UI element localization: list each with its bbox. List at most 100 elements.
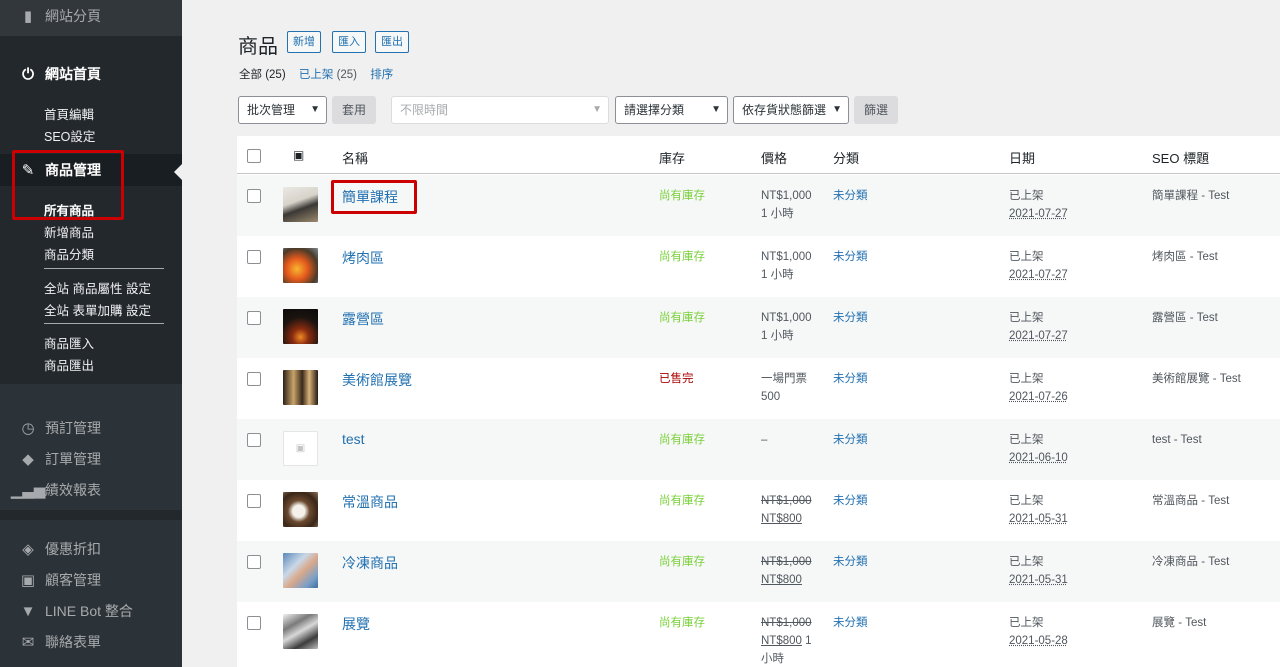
- price-value: NT$1,000: [761, 190, 812, 202]
- category-link[interactable]: 未分類: [833, 553, 868, 571]
- sidebar-item-label: 優惠折扣: [45, 541, 101, 557]
- publish-status: 已上架: [1009, 434, 1044, 446]
- stock-filter-select[interactable]: 依存貨狀態篩選 ▼: [733, 96, 849, 124]
- category-filter-value: 請選擇分類: [624, 103, 685, 117]
- column-price[interactable]: 價格: [761, 148, 787, 167]
- page-title: 商品: [238, 36, 278, 58]
- sidebar-item-customers[interactable]: ▣ 顧客管理: [0, 565, 182, 595]
- publish-status: 已上架: [1009, 251, 1044, 263]
- publish-date: 2021-05-28: [1009, 635, 1068, 647]
- category-link[interactable]: 未分類: [833, 309, 868, 327]
- sidebar-item-label: LINE Bot 整合: [45, 603, 133, 619]
- column-category[interactable]: 分類: [833, 148, 859, 167]
- product-thumbnail[interactable]: [283, 614, 318, 649]
- sidebar-item-label: 聯絡表單: [45, 634, 101, 650]
- product-thumbnail[interactable]: [283, 492, 318, 527]
- import-button[interactable]: 匯入: [332, 31, 366, 53]
- sale-price: NT$800: [761, 635, 802, 647]
- row-checkbox[interactable]: [247, 494, 261, 508]
- date-cell: 已上架 2021-05-31: [1009, 492, 1068, 528]
- view-published[interactable]: 已上架 (25): [299, 69, 357, 81]
- column-name[interactable]: 名稱: [342, 148, 368, 167]
- row-checkbox[interactable]: [247, 250, 261, 264]
- row-checkbox[interactable]: [247, 555, 261, 569]
- sidebar-item-coupons[interactable]: ◈ 優惠折扣: [0, 534, 182, 564]
- sidebar-sub-form-settings[interactable]: 全站 表單加購 設定: [44, 300, 151, 319]
- row-checkbox[interactable]: [247, 372, 261, 386]
- regular-price: NT$1,000: [761, 617, 812, 629]
- highlight-products-menu: [12, 150, 124, 220]
- category-link[interactable]: 未分類: [833, 370, 868, 388]
- row-checkbox[interactable]: [247, 433, 261, 447]
- product-name-link[interactable]: 常溫商品: [342, 492, 398, 512]
- sidebar-item-contact[interactable]: ✉ 聯絡表單: [0, 627, 182, 657]
- product-thumbnail[interactable]: [283, 553, 318, 588]
- category-link[interactable]: 未分類: [833, 248, 868, 266]
- sidebar-item-home[interactable]: ⏻ 網站首頁: [0, 59, 182, 89]
- sidebar-sub-seo[interactable]: SEO設定: [44, 126, 95, 145]
- sidebar-item-linebot[interactable]: ▼ LINE Bot 整合: [0, 596, 182, 626]
- category-filter-select[interactable]: 請選擇分類 ▼: [615, 96, 728, 124]
- filter-button[interactable]: 篩選: [854, 96, 898, 124]
- sidebar-item-reports[interactable]: ▁▃▅ 績效報表: [0, 475, 182, 505]
- price-cell: NT$1,000 NT$800 1 小時: [761, 614, 812, 667]
- sidebar-sub-categories[interactable]: 商品分類: [44, 244, 94, 263]
- placeholder-image-icon[interactable]: ▣: [283, 431, 318, 466]
- product-name-link[interactable]: 露營區: [342, 309, 384, 329]
- apply-button[interactable]: 套用: [332, 96, 376, 124]
- publish-date: 2021-05-31: [1009, 513, 1068, 525]
- row-checkbox[interactable]: [247, 616, 261, 630]
- sale-price: NT$800: [761, 513, 802, 525]
- seo-title: 美術館展覽 - Test: [1152, 373, 1241, 385]
- row-checkbox[interactable]: [247, 311, 261, 325]
- export-button[interactable]: 匯出: [375, 31, 409, 53]
- sidebar-sub-export[interactable]: 商品匯出: [44, 355, 94, 374]
- product-name-link[interactable]: 展覽: [342, 614, 370, 634]
- category-link[interactable]: 未分類: [833, 187, 868, 205]
- sidebar-sub-attr-settings[interactable]: 全站 商品屬性 設定: [44, 278, 151, 297]
- view-all-label: 全部: [239, 69, 262, 81]
- stock-status: 尚有庫存: [659, 495, 705, 507]
- publish-date: 2021-05-31: [1009, 574, 1068, 586]
- product-name-link[interactable]: 烤肉區: [342, 248, 384, 268]
- column-seo[interactable]: SEO 標題: [1152, 148, 1209, 167]
- category-link[interactable]: 未分類: [833, 614, 868, 632]
- view-all[interactable]: 全部 (25): [239, 69, 286, 81]
- publish-date: 2021-07-27: [1009, 269, 1068, 281]
- price-value: NT$1,000: [761, 251, 812, 263]
- sidebar-item-pages[interactable]: ▮ 網站分頁: [0, 1, 182, 31]
- category-link[interactable]: 未分類: [833, 492, 868, 510]
- chevron-down-icon: ▼: [832, 104, 842, 115]
- image-column-icon: ▣: [293, 148, 305, 162]
- stock-status: 尚有庫存: [659, 556, 705, 568]
- product-name-link[interactable]: 冷凍商品: [342, 553, 398, 573]
- sidebar-sub-import[interactable]: 商品匯入: [44, 333, 94, 352]
- table-row: ▣ test 尚有庫存 – 未分類 已上架 2021-06-10 test - …: [237, 419, 1280, 480]
- product-thumbnail[interactable]: [283, 248, 318, 283]
- stock-status: 已售完: [659, 373, 694, 385]
- sidebar-item-booking[interactable]: ◷ 預訂管理: [0, 413, 182, 443]
- select-all-checkbox[interactable]: [247, 149, 261, 163]
- add-product-button[interactable]: 新增: [287, 31, 321, 53]
- sidebar-sub-home-edit[interactable]: 首頁編輯: [44, 104, 94, 123]
- product-thumbnail[interactable]: [283, 309, 318, 344]
- sidebar-divider: [44, 268, 164, 269]
- product-thumbnail[interactable]: [283, 370, 318, 405]
- view-sort[interactable]: 排序: [370, 69, 393, 81]
- sidebar-sub-new-product[interactable]: 新增商品: [44, 222, 94, 241]
- chevron-down-icon: ▼: [310, 104, 320, 115]
- column-stock[interactable]: 庫存: [659, 148, 685, 167]
- price-unit: 小時: [761, 653, 784, 665]
- product-name-link[interactable]: 美術館展覽: [342, 370, 412, 390]
- row-checkbox[interactable]: [247, 189, 261, 203]
- bulk-actions-select[interactable]: 批次管理 ▼: [238, 96, 327, 124]
- product-name-link[interactable]: test: [342, 431, 365, 447]
- date-filter-select[interactable]: 不限時間 ▼: [391, 96, 609, 124]
- price-unit: 500: [761, 391, 781, 403]
- sidebar-item-orders[interactable]: ◆ 訂單管理: [0, 444, 182, 474]
- category-link[interactable]: 未分類: [833, 431, 868, 449]
- column-date[interactable]: 日期: [1009, 148, 1035, 167]
- publish-date: 2021-07-27: [1009, 208, 1068, 220]
- clock-icon: ◷: [21, 420, 35, 437]
- product-thumbnail[interactable]: [283, 187, 318, 222]
